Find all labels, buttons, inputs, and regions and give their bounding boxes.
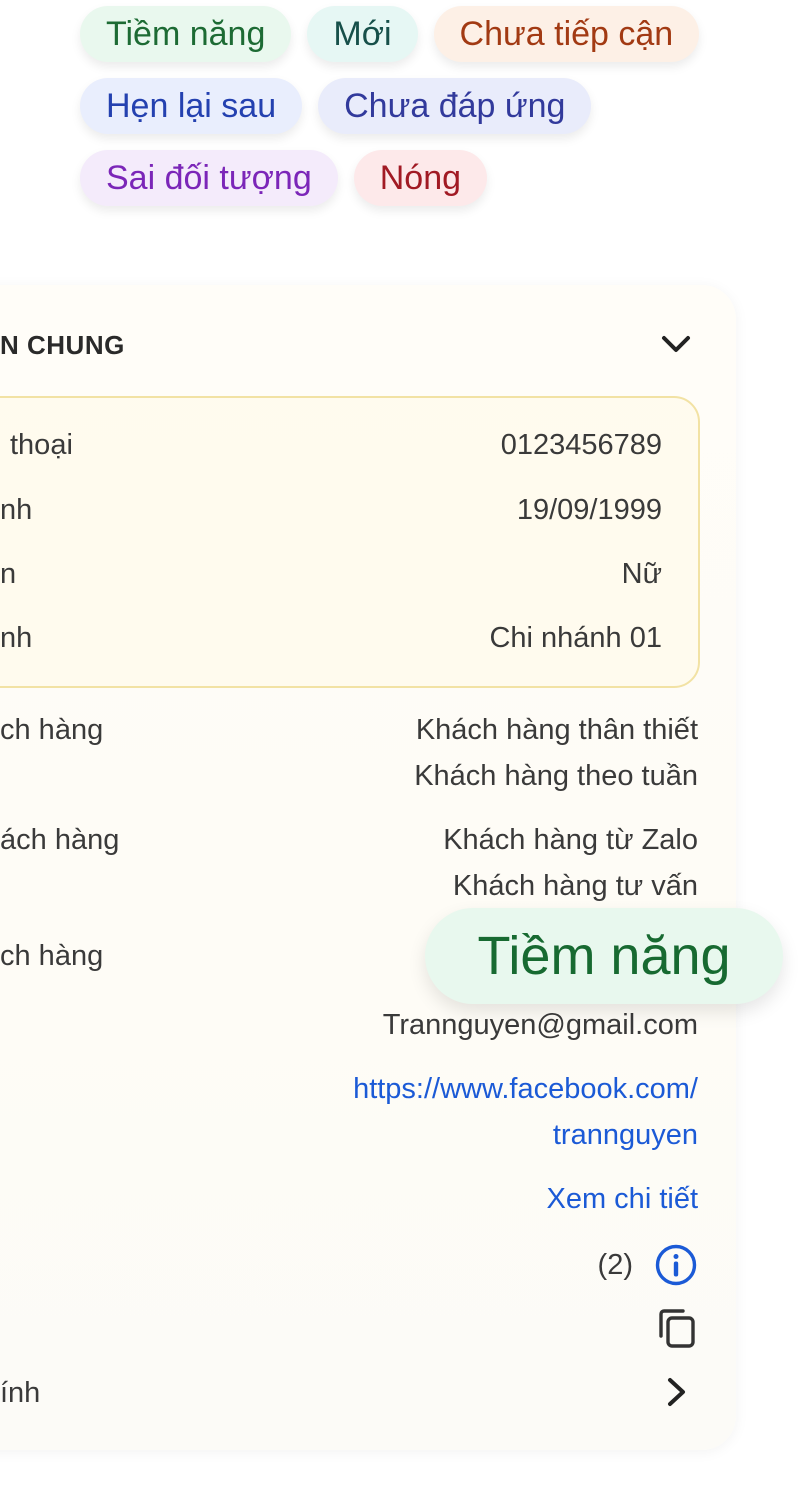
status-tooltip-chip[interactable]: Tiềm năng — [425, 908, 783, 1004]
phone-label: thoại — [10, 429, 73, 461]
customer-group-label: ch hàng — [0, 714, 104, 746]
tag-row-2: Hẹn lại sau Chưa đáp ứng — [80, 78, 592, 134]
phone-value: 0123456789 — [500, 429, 662, 461]
dob-label: nh — [0, 494, 33, 526]
copy-icon[interactable] — [655, 1306, 699, 1350]
info-icon[interactable] — [654, 1243, 698, 1287]
facebook-link-line-1[interactable]: https://www.facebook.com/ — [353, 1066, 698, 1112]
customer-source-label: ách hàng — [0, 824, 120, 856]
customer-source-value-2: Khách hàng tư vấn — [452, 870, 698, 902]
customer-group-value-1: Khách hàng thân thiết — [415, 714, 698, 746]
last-row-label: ính — [0, 1377, 41, 1409]
facebook-link-line-2[interactable]: trannguyen — [553, 1112, 698, 1158]
tag-nong[interactable]: Nóng — [353, 150, 488, 206]
count-text: (2) — [597, 1249, 633, 1281]
chevron-right-icon[interactable] — [664, 1376, 690, 1408]
email-value: Trannguyen@gmail.com — [382, 1009, 698, 1041]
tag-row-1: Tiềm năng Mới Chưa tiếp cận — [80, 6, 700, 62]
gender-label: n — [0, 558, 17, 590]
tag-chua-dap-ung[interactable]: Chưa đáp ứng — [318, 78, 592, 134]
customer-status-label: ch hàng — [0, 940, 104, 972]
view-detail-link[interactable]: Xem chi tiết — [547, 1176, 699, 1222]
tag-tiem-nang[interactable]: Tiềm năng — [80, 6, 292, 62]
branch-value: Chi nhánh 01 — [489, 622, 662, 654]
dob-value: 19/09/1999 — [516, 494, 662, 526]
tag-hen-lai-sau[interactable]: Hẹn lại sau — [80, 78, 303, 134]
section-title: N CHUNG — [0, 330, 125, 360]
gender-value: Nữ — [621, 558, 662, 590]
tag-row-3: Sai đối tượng Nóng — [80, 150, 488, 206]
customer-source-value-1: Khách hàng từ Zalo — [443, 824, 698, 856]
tag-chua-tiep-can[interactable]: Chưa tiếp cận — [433, 6, 700, 62]
chevron-down-icon[interactable] — [660, 330, 692, 358]
customer-group-value-2: Khách hàng theo tuần — [414, 760, 698, 792]
tag-moi[interactable]: Mới — [307, 6, 418, 62]
tag-sai-doi-tuong[interactable]: Sai đối tượng — [80, 150, 338, 206]
branch-label: nh — [0, 622, 33, 654]
